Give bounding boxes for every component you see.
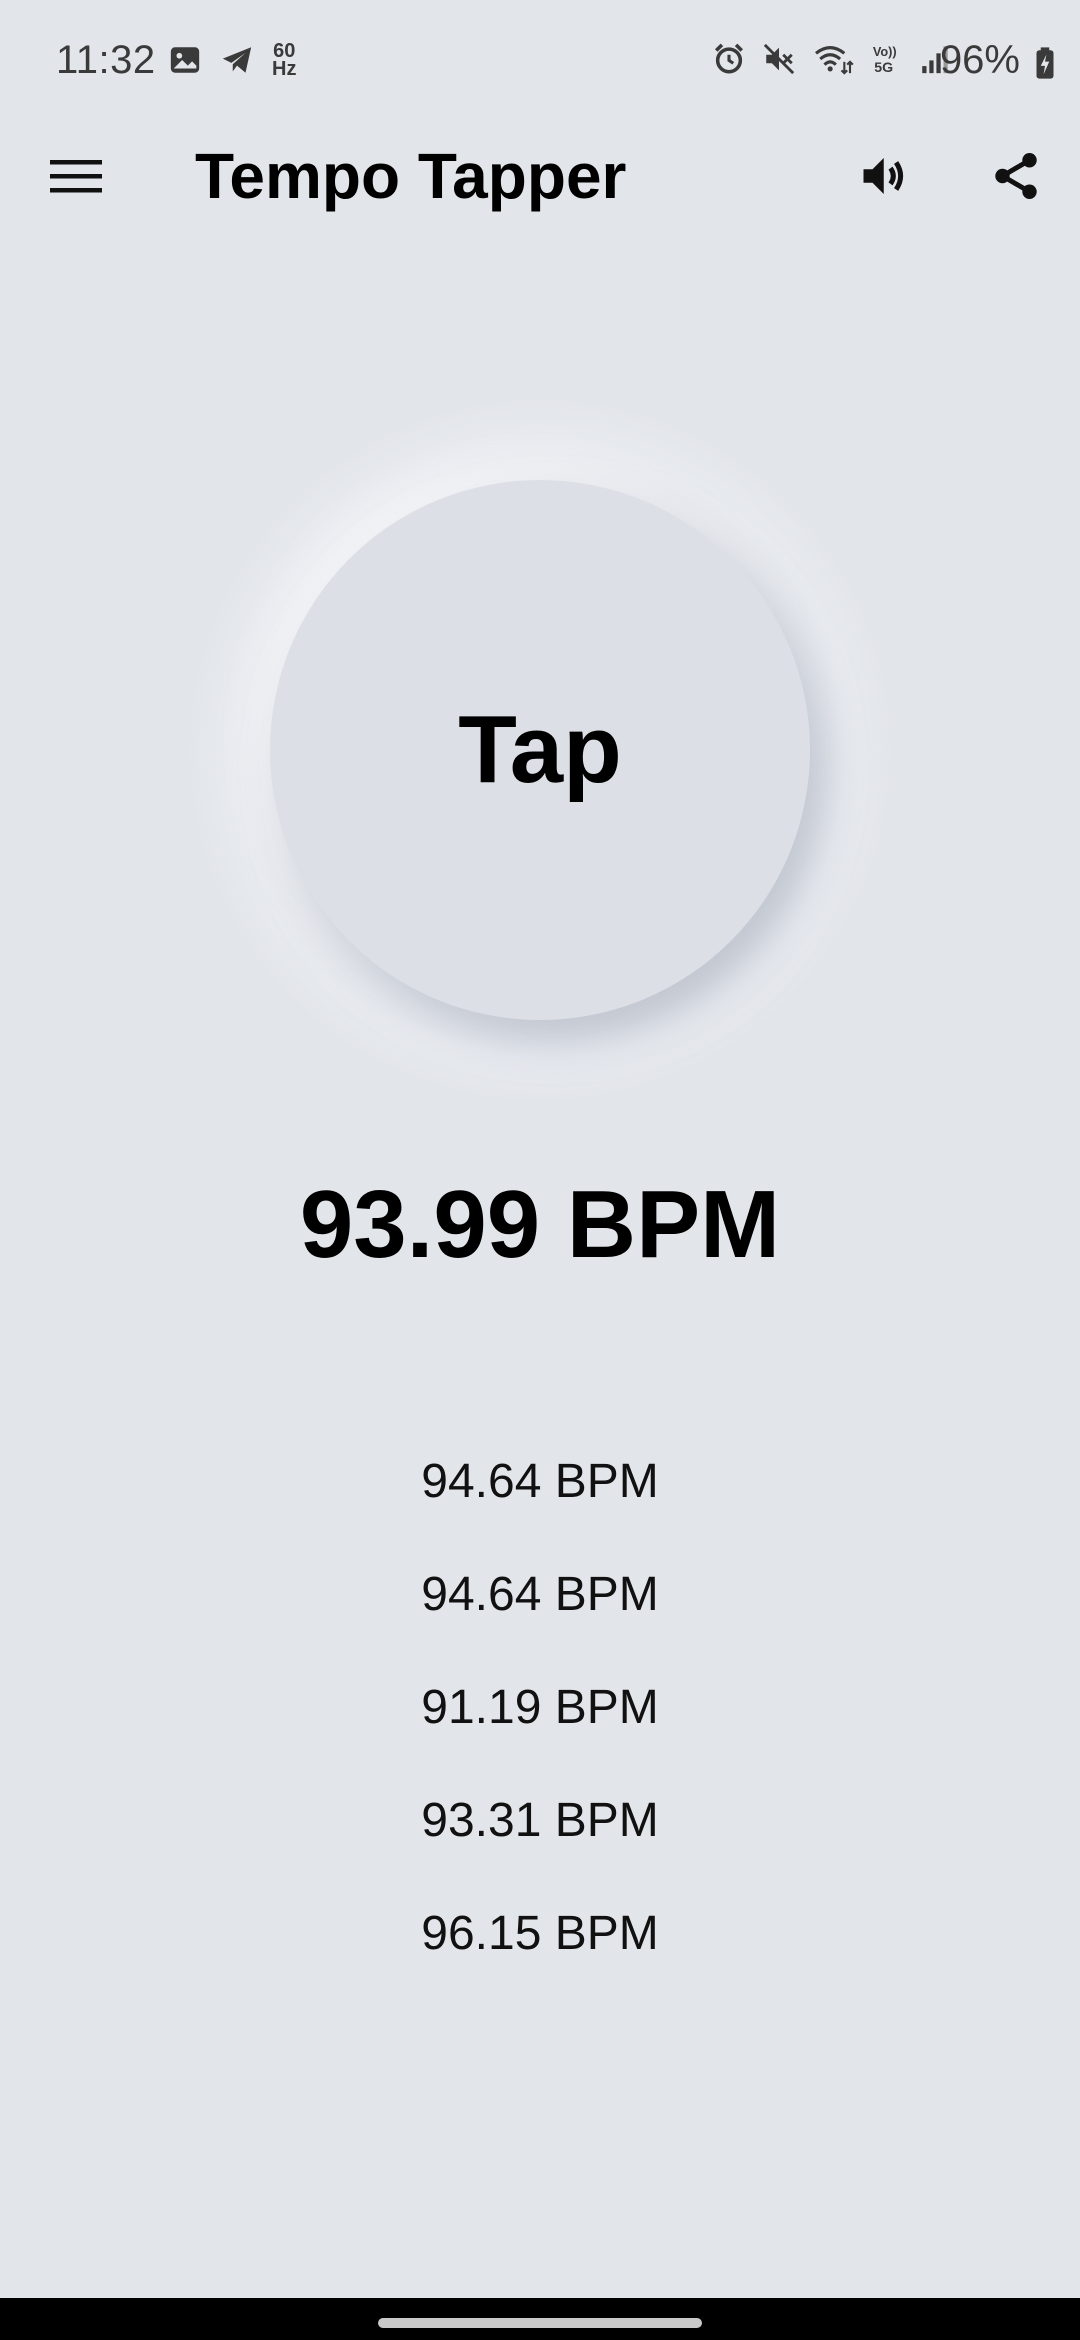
svg-text:Vo)): Vo)) [873,44,897,59]
wifi-icon [815,46,854,75]
menu-button[interactable] [40,146,112,206]
app-title: Tempo Tapper [195,140,627,212]
speaker-icon [863,158,904,194]
app-screen: 11:32 60 Hz Vo)) 5G 96% Tempo Tapper Tap… [0,0,1080,2340]
share-icon [995,153,1037,199]
bpm-history-item: 94.64 BPM [421,1568,659,1621]
refresh-rate-badge: 60 Hz [272,41,297,80]
bpm-history-item: 96.15 BPM [421,1907,659,1960]
sound-toggle-button[interactable] [850,142,922,210]
system-navigation-bar [0,2298,1080,2340]
bpm-history-item: 94.64 BPM [421,1455,659,1508]
bpm-history-item: 91.19 BPM [421,1681,659,1734]
battery-charging-icon [1036,47,1054,79]
home-gesture-handle[interactable] [378,2318,702,2328]
tap-button-label: Tap [458,696,622,803]
status-bar: 11:32 60 Hz Vo)) 5G 96% [0,0,1080,124]
bpm-history-list: 94.64 BPM 94.64 BPM 91.19 BPM 93.31 BPM … [0,1450,1080,2015]
telegram-icon [222,47,252,73]
hamburger-menu-icon [50,160,102,193]
tap-button[interactable]: Tap [270,480,810,1020]
battery-percent: 96% [939,38,1020,82]
app-bar: Tempo Tapper [0,124,1080,228]
volte-5g-icon: Vo)) 5G [873,44,897,76]
bpm-history-item: 93.31 BPM [421,1794,659,1847]
refresh-rate-unit: Hz [272,58,297,80]
status-left-icons: 60 Hz [168,41,297,80]
status-time: 11:32 [56,38,156,82]
share-button[interactable] [980,142,1052,210]
svg-text:5G: 5G [874,60,893,76]
current-bpm: 93.99 BPM [299,1171,781,1278]
alarm-icon [714,43,744,74]
gallery-icon [170,47,200,73]
status-right-icons: Vo)) 5G [712,42,950,76]
mute-icon [763,43,795,75]
